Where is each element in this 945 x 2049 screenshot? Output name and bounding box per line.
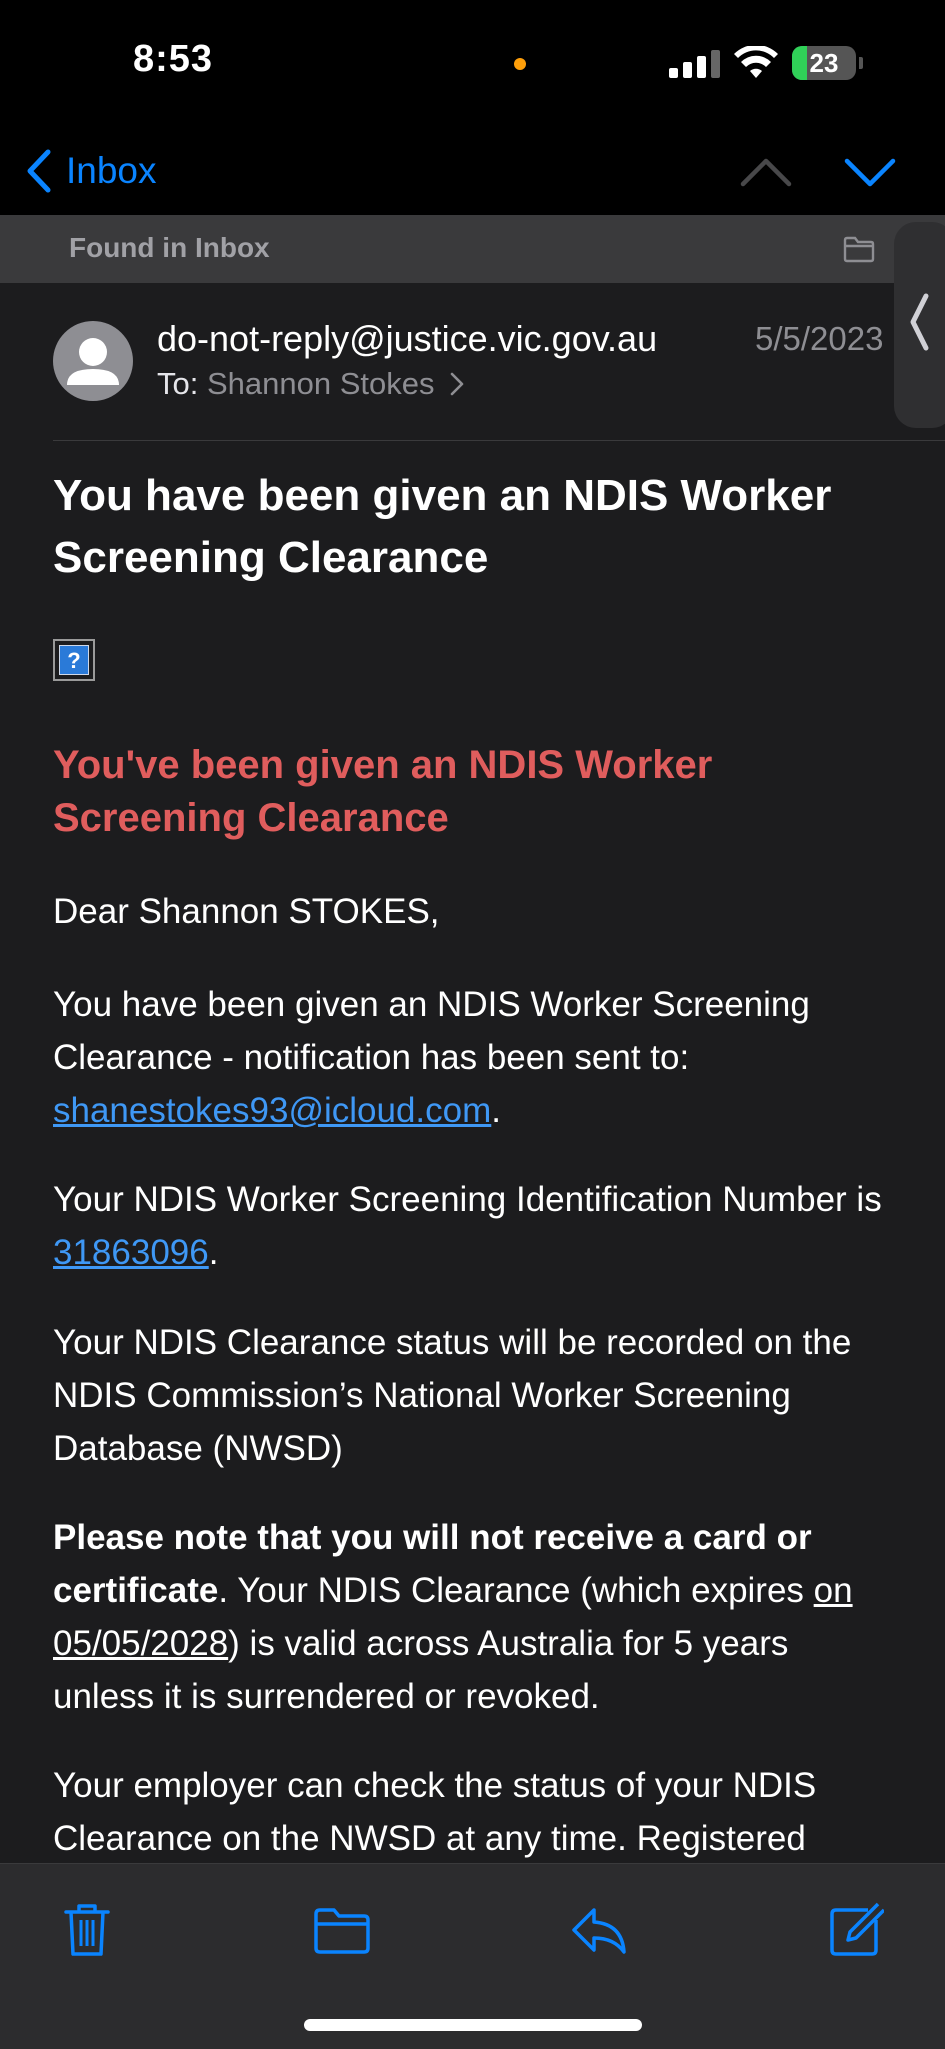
paragraph-id-number: Your NDIS Worker Screening Identificatio… [53, 1173, 893, 1279]
battery-nub [859, 57, 863, 69]
to-label: To: [157, 366, 199, 401]
paragraph-nwsd: Your NDIS Clearance status will be recor… [53, 1323, 852, 1468]
message-subject: You have been given an NDIS Worker Scree… [53, 471, 832, 582]
greeting: Dear Shannon STOKES, [53, 892, 440, 931]
battery-level: 23 [809, 48, 839, 78]
recipient-line[interactable]: To: Shannon Stokes [157, 366, 465, 402]
trash-icon[interactable] [57, 1900, 117, 1960]
chevron-left-icon [27, 149, 51, 193]
status-bar: 8:53 23 [0, 0, 945, 130]
paragraph-employer: Your employer can check the status of yo… [53, 1766, 817, 1858]
paragraph-text: . Your NDIS Clearance (which expires [218, 1571, 814, 1610]
header-divider [53, 440, 945, 441]
previous-message-button[interactable] [740, 150, 792, 194]
back-label: Inbox [66, 150, 157, 191]
id-number-link[interactable]: 31863096 [53, 1233, 209, 1272]
sender-address[interactable]: do-not-reply@justice.vic.gov.au [157, 318, 657, 360]
side-panel-handle[interactable] [894, 222, 945, 428]
reply-icon[interactable] [568, 1900, 628, 1960]
paragraph-text: You have been given an NDIS Worker Scree… [53, 985, 810, 1077]
chevron-right-icon [450, 372, 464, 396]
sender-avatar[interactable] [53, 321, 133, 401]
paragraph-end: . [491, 1091, 502, 1130]
location-banner-text: Found in Inbox [69, 232, 270, 263]
message-date: 5/5/2023 [755, 320, 884, 357]
location-banner: Found in Inbox [0, 215, 945, 283]
battery-icon: 23 [792, 46, 856, 80]
chevron-left-icon [910, 293, 929, 351]
back-to-inbox-button[interactable]: Inbox [26, 146, 157, 196]
nav-bar: Inbox [0, 130, 945, 215]
compose-icon[interactable] [824, 1900, 884, 1960]
email-heading: You've been given an NDIS Worker Screeni… [53, 743, 713, 840]
recipient-name[interactable]: Shannon Stokes [207, 366, 435, 401]
email-link[interactable]: shanestokes93@icloud.com [53, 1091, 491, 1130]
home-indicator[interactable] [304, 2019, 642, 2031]
status-time: 8:53 [133, 38, 214, 80]
person-icon [67, 338, 119, 385]
privacy-indicator-dot [514, 58, 526, 70]
broken-image-placeholder: ? [53, 639, 95, 681]
paragraph-notification: You have been given an NDIS Worker Scree… [53, 978, 893, 1137]
paragraph-note: Please note that you will not receive a … [53, 1511, 893, 1723]
paragraph-end: . [208, 1233, 219, 1272]
cellular-signal-icon [669, 50, 723, 78]
paragraph-text: Your NDIS Worker Screening Identificatio… [53, 1180, 882, 1219]
folder-icon[interactable] [312, 1900, 372, 1960]
next-message-button[interactable] [844, 150, 896, 194]
question-mark-icon: ? [59, 645, 89, 675]
folder-icon[interactable] [843, 235, 875, 263]
wifi-icon [734, 46, 778, 78]
